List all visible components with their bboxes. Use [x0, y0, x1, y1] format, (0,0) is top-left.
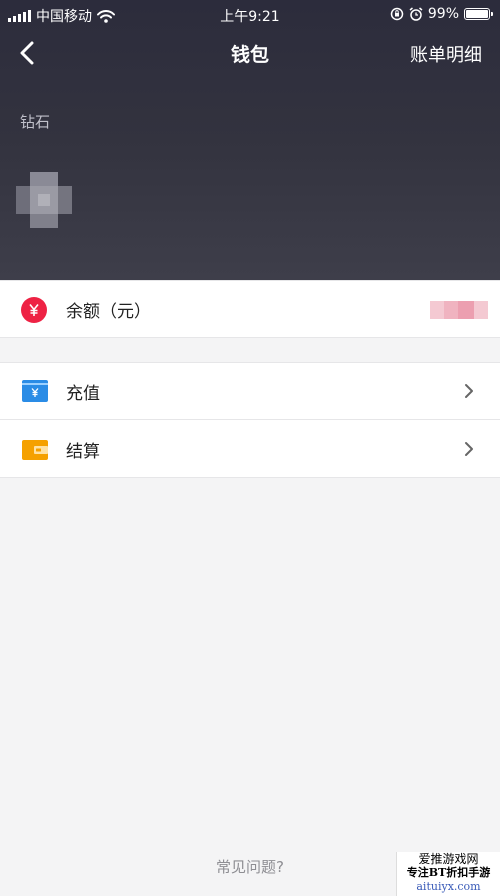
recharge-row[interactable]: 充值 — [0, 363, 500, 420]
battery-percent: 99% — [427, 6, 459, 22]
settlement-label: 结算 — [66, 442, 100, 462]
recharge-card-icon — [22, 380, 48, 402]
wallet-header: 中国移动 上午9:21 99% 钱包 账单明细 钻石 — [0, 0, 500, 280]
actions-card: 充值 结算 — [0, 362, 500, 478]
yuan-circle-icon — [21, 296, 47, 323]
blurred-diamond-value — [16, 172, 72, 228]
watermark-line: 专注BT折扣手游 — [406, 866, 491, 879]
balance-row: 余额（元） — [0, 281, 500, 338]
status-bar: 中国移动 上午9:21 99% — [0, 0, 500, 30]
watermark-line: 爱推游戏网 — [418, 852, 479, 866]
orientation-lock-icon — [390, 7, 404, 21]
battery-icon — [464, 8, 493, 20]
diamond-label: 钻石 — [20, 113, 51, 131]
blurred-balance-value — [430, 301, 488, 319]
wallet-icon — [22, 439, 48, 460]
chevron-right-icon — [465, 384, 473, 398]
nav-bar: 钱包 账单明细 — [0, 30, 500, 76]
bill-details-link[interactable]: 账单明细 — [410, 41, 482, 67]
chevron-right-icon — [465, 442, 473, 456]
watermark-line: aituiyx.com — [416, 880, 481, 893]
balance-card: 余额（元） — [0, 280, 500, 338]
recharge-label: 充值 — [66, 383, 100, 404]
alarm-icon — [409, 7, 423, 21]
back-button[interactable] — [12, 36, 42, 70]
watermark: 爱推游戏网 专注BT折扣手游 aituiyx.com — [396, 852, 500, 896]
chevron-left-icon — [20, 41, 34, 65]
settlement-row[interactable]: 结算 — [0, 421, 500, 478]
balance-label: 余额（元） — [66, 302, 151, 322]
